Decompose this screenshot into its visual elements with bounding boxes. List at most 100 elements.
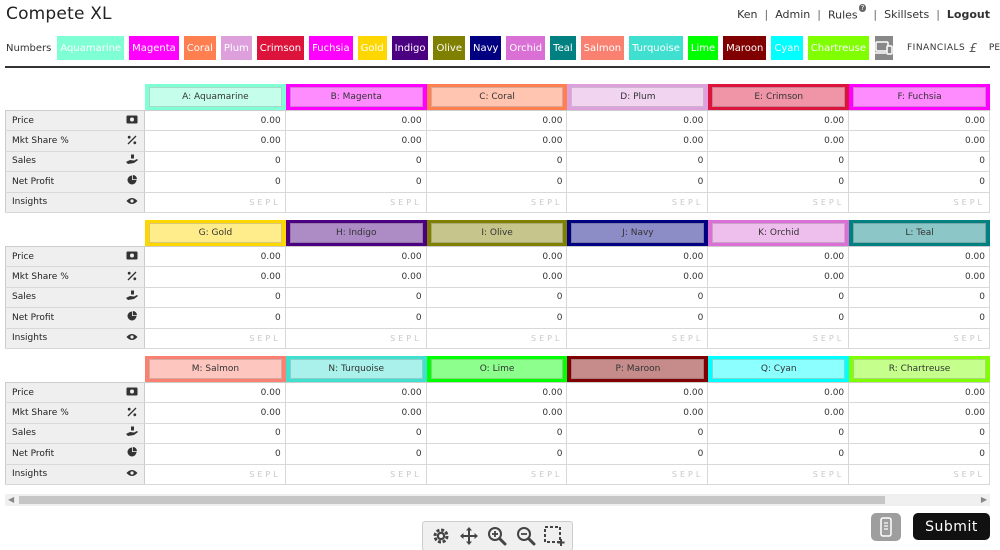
team-chip-gold[interactable]: Gold (357, 36, 387, 60)
value-cell[interactable]: 0 (145, 172, 286, 192)
value-cell[interactable]: SEPL (849, 328, 991, 348)
team-chip-orchid[interactable]: Orchid (506, 36, 546, 60)
team-header[interactable]: M: Salmon (145, 356, 286, 382)
team-header[interactable]: O: Lime (426, 356, 568, 382)
scroll-left-icon[interactable]: ◀ (8, 495, 14, 504)
value-cell[interactable]: 0.00 (286, 383, 427, 403)
value-cell[interactable]: 0.00 (427, 111, 568, 131)
value-cell[interactable]: 0.00 (708, 267, 850, 287)
financials-tab[interactable]: FINANCIALS (907, 43, 965, 53)
value-cell[interactable]: SEPL (849, 464, 991, 484)
team-header[interactable]: I: Olive (426, 220, 568, 246)
team-header[interactable]: F: Fuchsia (849, 84, 990, 110)
user-link[interactable]: Ken (737, 8, 757, 21)
value-cell[interactable]: 0.00 (286, 131, 427, 151)
team-chip-navy[interactable]: Navy (469, 36, 502, 60)
value-cell[interactable]: 0 (849, 287, 991, 308)
value-cell[interactable]: 0 (849, 172, 991, 192)
value-cell[interactable]: 0 (849, 308, 991, 328)
value-cell[interactable]: 0.00 (145, 111, 286, 131)
value-cell[interactable]: SEPL (286, 328, 427, 348)
value-cell[interactable]: SEPL (567, 464, 709, 484)
team-chip-chartreuse[interactable]: Chartreuse (807, 36, 869, 60)
value-cell[interactable]: 0 (145, 444, 286, 464)
device-toggle-button[interactable] (874, 36, 893, 60)
value-cell[interactable]: SEPL (567, 328, 709, 348)
value-cell[interactable]: 0.00 (567, 111, 709, 131)
team-chip-maroon[interactable]: Maroon (723, 36, 767, 60)
team-header[interactable]: K: Orchid (708, 220, 850, 246)
team-header[interactable]: Q: Cyan (708, 356, 850, 382)
team-chip-teal[interactable]: Teal (550, 36, 576, 60)
logout-link[interactable]: Logout (947, 8, 990, 21)
value-cell[interactable]: SEPL (145, 192, 286, 212)
value-cell[interactable]: 0.00 (145, 403, 286, 423)
value-cell[interactable]: SEPL (145, 464, 286, 484)
value-cell[interactable]: 0.00 (145, 267, 286, 287)
value-cell[interactable]: 0.00 (849, 267, 991, 287)
value-cell[interactable]: SEPL (286, 192, 427, 212)
team-chip-magenta[interactable]: Magenta (129, 36, 179, 60)
value-cell[interactable]: 0.00 (145, 131, 286, 151)
value-cell[interactable]: 0 (427, 423, 568, 444)
value-cell[interactable]: 0 (427, 172, 568, 192)
team-chip-turquoise[interactable]: Turquoise (629, 36, 683, 60)
value-cell[interactable]: SEPL (427, 192, 568, 212)
pan-button[interactable] (457, 524, 481, 548)
team-header[interactable]: N: Turquoise (285, 356, 427, 382)
team-chip-fuchsia[interactable]: Fuchsia (309, 36, 353, 60)
value-cell[interactable]: 0 (286, 172, 427, 192)
pe-tab[interactable]: PE (989, 43, 1000, 53)
horizontal-scrollbar[interactable]: ◀ ▶ (5, 494, 990, 506)
team-chip-aquamarine[interactable]: Aquamarine (57, 36, 125, 60)
team-header[interactable]: P: Maroon (567, 356, 709, 382)
value-cell[interactable]: 0 (567, 308, 709, 328)
value-cell[interactable]: 0 (708, 444, 850, 464)
value-cell[interactable]: SEPL (427, 464, 568, 484)
team-header[interactable]: L: Teal (849, 220, 990, 246)
value-cell[interactable]: 0.00 (708, 247, 850, 267)
value-cell[interactable]: SEPL (849, 192, 991, 212)
value-cell[interactable]: 0 (567, 287, 709, 308)
team-header[interactable]: G: Gold (145, 220, 286, 246)
value-cell[interactable]: 0 (145, 308, 286, 328)
value-cell[interactable]: 0.00 (427, 267, 568, 287)
admin-link[interactable]: Admin (775, 8, 810, 21)
select-area-button[interactable] (542, 524, 566, 548)
team-chip-lime[interactable]: Lime (687, 36, 719, 60)
value-cell[interactable]: 0 (708, 423, 850, 444)
value-cell[interactable]: 0 (567, 172, 709, 192)
team-chip-cyan[interactable]: Cyan (771, 36, 803, 60)
value-cell[interactable]: 0.00 (427, 247, 568, 267)
value-cell[interactable]: SEPL (145, 328, 286, 348)
value-cell[interactable]: 0.00 (708, 383, 850, 403)
team-chip-salmon[interactable]: Salmon (580, 36, 625, 60)
value-cell[interactable]: 0.00 (427, 383, 568, 403)
value-cell[interactable]: 0.00 (286, 267, 427, 287)
value-cell[interactable]: 0 (427, 151, 568, 172)
value-cell[interactable]: 0.00 (427, 131, 568, 151)
value-cell[interactable]: 0 (708, 172, 850, 192)
team-chip-crimson[interactable]: Crimson (256, 36, 305, 60)
team-chip-plum[interactable]: Plum (220, 36, 252, 60)
team-header[interactable]: C: Coral (426, 84, 568, 110)
team-header[interactable]: B: Magenta (285, 84, 427, 110)
zoom-in-button[interactable] (485, 524, 509, 548)
value-cell[interactable]: 0 (145, 151, 286, 172)
team-header[interactable]: J: Navy (567, 220, 709, 246)
value-cell[interactable]: 0.00 (145, 247, 286, 267)
value-cell[interactable]: 0 (567, 444, 709, 464)
value-cell[interactable]: 0.00 (567, 247, 709, 267)
value-cell[interactable]: SEPL (708, 464, 850, 484)
value-cell[interactable]: 0 (427, 287, 568, 308)
value-cell[interactable]: 0.00 (286, 247, 427, 267)
zoom-out-button[interactable] (514, 524, 538, 548)
team-chip-indigo[interactable]: Indigo (391, 36, 429, 60)
value-cell[interactable]: 0 (849, 444, 991, 464)
value-cell[interactable]: 0 (708, 287, 850, 308)
rules-link[interactable]: Rules? (828, 4, 867, 22)
settings-button[interactable] (429, 524, 453, 548)
value-cell[interactable]: 0 (567, 423, 709, 444)
team-header[interactable]: R: Chartreuse (849, 356, 990, 382)
value-cell[interactable]: 0.00 (849, 131, 991, 151)
